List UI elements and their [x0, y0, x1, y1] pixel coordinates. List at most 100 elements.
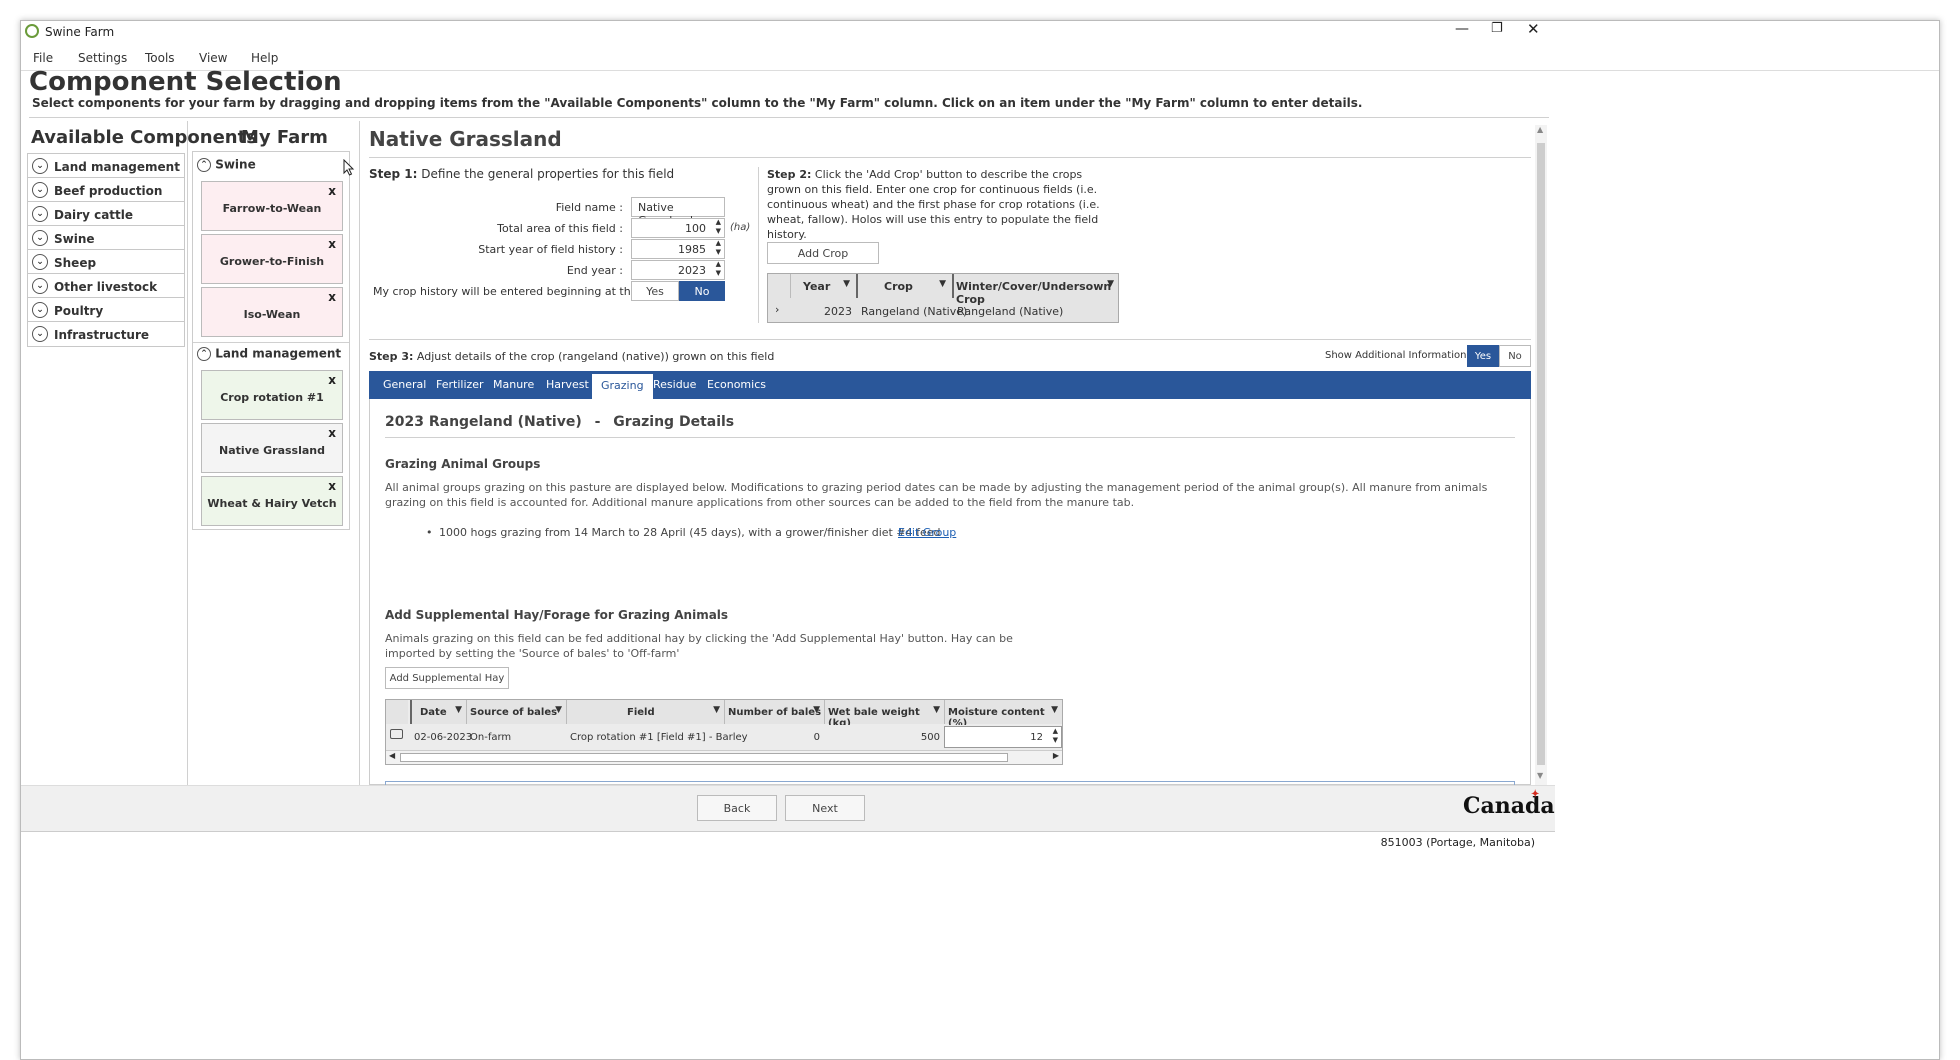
grazing-heading-divider	[385, 437, 1515, 438]
tab-grazing[interactable]: Grazing	[592, 374, 653, 399]
hay-grid-hscrollbar[interactable]: ◀ ▶	[386, 750, 1062, 764]
spin-icon[interactable]: ▲ ▼	[1053, 727, 1058, 745]
group-swine-header[interactable]: ⌃ Swine	[197, 157, 256, 172]
filter-icon[interactable]: ▼	[933, 705, 940, 715]
detail-title: Native Grassland	[369, 127, 562, 151]
history-no-button[interactable]: No	[679, 281, 725, 301]
farm-card-iso-wean[interactable]: x Iso-Wean	[201, 287, 343, 337]
hay-grid-col-weight[interactable]: Wet bale weight (kg) ▼	[824, 700, 944, 729]
scroll-thumb[interactable]	[1537, 143, 1545, 765]
available-item-other-livestock[interactable]: ⌄ Other livestock	[27, 273, 185, 299]
filter-icon[interactable]: ▼	[713, 705, 720, 715]
crop-grid-col-cover[interactable]: Winter/Cover/Undersown Crop ▼	[952, 274, 1118, 306]
scroll-right-icon[interactable]: ▶	[1053, 751, 1059, 760]
tab-economics[interactable]: Economics	[707, 378, 766, 391]
filter-icon[interactable]: ▼	[939, 279, 946, 289]
tab-general[interactable]: General	[383, 378, 426, 391]
expand-icon: ⌄	[32, 278, 48, 294]
filter-icon[interactable]: ▼	[843, 279, 850, 289]
close-window-icon[interactable]: ✕	[1527, 21, 1540, 38]
farm-card-grower-to-finish[interactable]: x Grower-to-Finish	[201, 234, 343, 284]
app-logo-icon	[25, 24, 39, 38]
spin-icon[interactable]: ▲ ▼	[716, 218, 721, 236]
remove-icon[interactable]: x	[328, 426, 336, 440]
available-item-sheep[interactable]: ⌄ Sheep	[27, 249, 185, 275]
hay-grid-col-bales[interactable]: Number of bales ▼	[724, 700, 824, 724]
add-crop-button[interactable]: Add Crop	[767, 242, 879, 264]
menu-help[interactable]: Help	[251, 51, 278, 65]
filter-icon[interactable]: ▼	[813, 705, 820, 715]
end-year-stepper[interactable]: 2023 ▲ ▼	[631, 260, 725, 280]
scroll-left-icon[interactable]: ◀	[389, 751, 395, 760]
table-row[interactable]: 02-06-2023 On-farm Crop rotation #1 [Fie…	[386, 725, 1062, 749]
farm-card-native-grassland[interactable]: x Native Grassland	[201, 423, 343, 473]
minimize-icon[interactable]: —	[1455, 21, 1469, 37]
hay-grid-row-header-col	[386, 700, 408, 724]
farm-card-wheat-hairy-vetch[interactable]: x Wheat & Hairy Vetch	[201, 476, 343, 526]
available-item-poultry[interactable]: ⌄ Poultry	[27, 297, 185, 323]
available-item-dairy-cattle[interactable]: ⌄ Dairy cattle	[27, 201, 185, 227]
hay-grid-col-field[interactable]: Field ▼	[566, 700, 724, 724]
show-info-yes-button[interactable]: Yes	[1467, 345, 1499, 367]
crop-grid-col-crop[interactable]: Crop ▼	[856, 274, 950, 298]
back-button[interactable]: Back	[697, 795, 777, 821]
remove-icon[interactable]: x	[328, 373, 336, 387]
expand-icon: ⌄	[32, 254, 48, 270]
menu-tools[interactable]: Tools	[145, 51, 175, 65]
add-supplemental-hay-button[interactable]: Add Supplemental Hay	[385, 667, 509, 689]
title-bar: Swine Farm — ❐ ✕	[21, 21, 1939, 43]
menu-view[interactable]: View	[199, 51, 227, 65]
page-subtitle: Select components for your farm by dragg…	[32, 96, 1363, 110]
detail-vscrollbar[interactable]: ▲ ▼	[1535, 125, 1547, 785]
spin-icon[interactable]: ▲ ▼	[716, 239, 721, 257]
remove-icon[interactable]: x	[328, 237, 336, 251]
scroll-down-icon[interactable]: ▼	[1537, 771, 1543, 780]
hay-grid-col-moisture[interactable]: Moisture content (%) ▼	[944, 700, 1062, 729]
spin-icon[interactable]: ▲ ▼	[716, 260, 721, 278]
available-item-land-management[interactable]: ⌄ Land management	[27, 153, 185, 179]
farm-card-farrow-to-wean[interactable]: x Farrow-to-Wean	[201, 181, 343, 231]
page-title: Component Selection	[29, 67, 342, 97]
group-land-management-header[interactable]: ⌃ Land management	[197, 346, 341, 361]
area-stepper[interactable]: 100 ▲ ▼	[631, 218, 725, 238]
edit-group-link[interactable]: Edit Group	[898, 526, 956, 539]
filter-icon[interactable]: ▼	[1051, 705, 1058, 715]
tab-manure[interactable]: Manure	[493, 378, 534, 391]
detail-tab-bar	[369, 371, 1531, 399]
window-title: Swine Farm	[45, 25, 115, 39]
field-name-input[interactable]: Native Grassland	[631, 197, 725, 227]
scroll-up-icon[interactable]: ▲	[1537, 125, 1543, 134]
remove-icon[interactable]: x	[328, 184, 336, 198]
crop-grid-col-year[interactable]: Year ▼	[790, 274, 854, 298]
hay-grid-col-date[interactable]: Date ▼	[410, 700, 466, 724]
expand-row-icon[interactable]: ›	[775, 303, 779, 316]
restore-icon[interactable]: ❐	[1491, 21, 1503, 36]
moisture-stepper[interactable]: 12 ▲ ▼	[944, 726, 1062, 748]
available-item-infrastructure[interactable]: ⌄ Infrastructure	[27, 321, 185, 347]
filter-icon[interactable]: ▼	[455, 705, 462, 715]
table-row[interactable]: › 2023 Rangeland (Native) Rangeland (Nat…	[768, 299, 1118, 323]
farm-card-crop-rotation-1[interactable]: x Crop rotation #1	[201, 370, 343, 420]
tab-harvest[interactable]: Harvest	[546, 378, 589, 391]
show-info-no-button[interactable]: No	[1499, 345, 1531, 367]
filter-icon[interactable]: ▼	[1107, 279, 1114, 289]
next-button[interactable]: Next	[785, 795, 865, 821]
group-divider	[193, 342, 349, 343]
history-yes-button[interactable]: Yes	[631, 281, 679, 301]
remove-icon[interactable]: x	[328, 290, 336, 304]
end-year-label: End year :	[566, 264, 623, 277]
my-farm-title: My Farm	[241, 127, 328, 148]
start-year-stepper[interactable]: 1985 ▲ ▼	[631, 239, 725, 259]
menu-settings[interactable]: Settings	[78, 51, 127, 65]
collapse-icon: ⌃	[197, 346, 211, 361]
filter-icon[interactable]: ▼	[555, 705, 562, 715]
available-item-beef-production[interactable]: ⌄ Beef production	[27, 177, 185, 203]
comment-icon[interactable]	[390, 729, 403, 739]
hay-grid-col-source[interactable]: Source of bales ▼	[466, 700, 566, 724]
remove-icon[interactable]: x	[328, 479, 336, 493]
tab-residue[interactable]: Residue	[653, 378, 696, 391]
tab-fertilizer[interactable]: Fertilizer	[436, 378, 484, 391]
menu-file[interactable]: File	[33, 51, 53, 65]
available-item-swine[interactable]: ⌄ Swine	[27, 225, 185, 251]
scroll-thumb[interactable]	[400, 753, 1008, 762]
